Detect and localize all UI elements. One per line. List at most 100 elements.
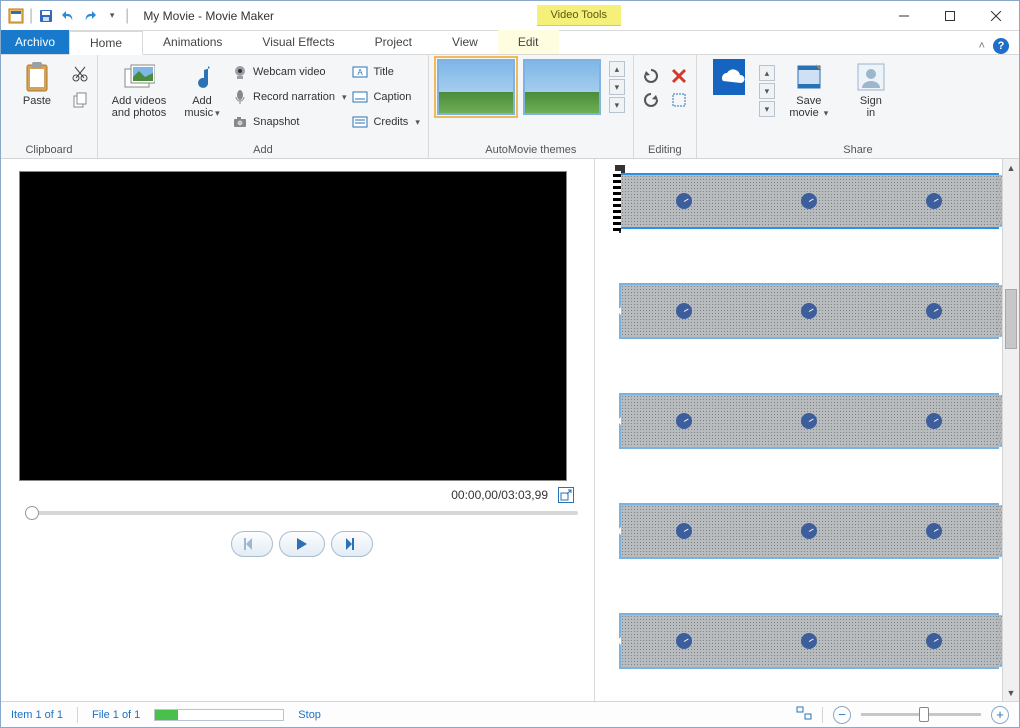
quick-access-toolbar: | ▾ | [1,7,135,25]
window-controls [881,1,1019,31]
status-file: File 1 of 1 [92,709,140,721]
play-button[interactable] [279,531,325,557]
cut-icon[interactable] [71,65,89,88]
titlebar: | ▾ | My Movie - Movie Maker Video Tools [1,1,1019,31]
maximize-button[interactable] [927,1,973,31]
scroll-up-icon[interactable]: ▲ [1003,159,1019,176]
ribbon-tabs: Archivo Home Animations Visual Effects P… [1,31,1019,55]
group-editing: Editing [634,55,697,158]
scroll-thumb[interactable] [1005,289,1017,349]
video-preview[interactable] [19,171,567,481]
seek-thumb[interactable] [25,506,39,520]
select-all-icon[interactable] [670,91,688,109]
theme-thumb-2[interactable] [523,59,601,115]
view-switch-icon[interactable] [796,706,812,723]
zoom-slider[interactable] [861,713,981,716]
group-add: Add videos and photos Add music▾ Webcam … [98,55,429,158]
clip-row[interactable] [619,393,999,449]
qat-dropdown-icon[interactable]: ▾ [103,7,121,25]
redo-icon[interactable] [81,7,99,25]
credits-button[interactable]: Credits▾ [352,111,419,133]
group-clipboard: Paste Clipboard [1,55,98,158]
record-narration-button[interactable]: Record narration▾ [232,86,346,108]
clip-row[interactable] [619,503,999,559]
share-up-button[interactable]: ▴ [759,65,775,81]
tab-view[interactable]: View [432,30,498,54]
stop-link[interactable]: Stop [298,709,321,721]
music-note-icon [186,61,218,93]
zoom-in-button[interactable]: + [991,706,1009,724]
ribbon: Paste Clipboard Add videos and photos Ad… [1,55,1019,159]
paste-button[interactable]: Paste [9,59,65,107]
clock-icon [926,523,942,539]
save-movie-label: Save movie [789,95,821,119]
tab-home[interactable]: Home [69,31,143,55]
zoom-thumb[interactable] [919,707,929,722]
save-icon[interactable] [37,7,55,25]
contextual-tab-label: Video Tools [537,5,621,26]
group-editing-label: Editing [642,142,688,156]
file-tab[interactable]: Archivo [1,30,69,54]
prev-frame-button[interactable] [231,531,273,557]
onedrive-button[interactable] [705,59,753,93]
delete-icon[interactable] [670,67,688,85]
collapse-ribbon-icon[interactable]: ˄ [979,40,985,52]
tab-visual-effects[interactable]: Visual Effects [242,30,354,54]
clock-icon [676,413,692,429]
save-movie-button[interactable]: Save movie ▾ [781,59,837,119]
clip-row[interactable] [619,283,999,339]
tab-animations[interactable]: Animations [143,30,242,54]
undo-icon[interactable] [59,7,77,25]
rotate-left-icon[interactable] [642,67,660,85]
close-button[interactable] [973,1,1019,31]
webcam-button[interactable]: Webcam video [232,61,346,83]
share-more-button[interactable]: ▾ [759,101,775,117]
paste-label: Paste [23,95,51,107]
timecode: 00:00,00/03:03,99 [451,488,548,502]
next-frame-button[interactable] [331,531,373,557]
microphone-icon [232,89,248,105]
fullscreen-icon[interactable] [558,487,574,503]
clip-row[interactable] [619,173,999,229]
clipboard-icon [21,61,53,93]
minimize-button[interactable] [881,1,927,31]
photos-icon [123,61,155,93]
rotate-right-icon[interactable] [642,91,660,109]
user-icon [855,61,887,93]
help-icon[interactable]: ? [993,38,1009,54]
title-button[interactable]: ATitle [352,61,419,83]
app-window: | ▾ | My Movie - Movie Maker Video Tools… [0,0,1020,728]
caption-button[interactable]: Caption [352,86,419,108]
clip-row[interactable] [619,613,999,669]
snapshot-button[interactable]: Snapshot [232,111,346,133]
scroll-down-icon[interactable]: ▼ [1003,684,1019,701]
chevron-down-icon: ▾ [415,117,420,128]
tab-project[interactable]: Project [355,30,432,54]
seek-bar[interactable] [19,507,584,515]
zoom-out-button[interactable]: − [833,706,851,724]
copy-icon[interactable] [71,91,89,114]
share-down-button[interactable]: ▾ [759,83,775,99]
chevron-down-icon: ▾ [824,108,829,118]
theme-thumb-1[interactable] [437,59,515,115]
clock-icon [801,523,817,539]
theme-down-button[interactable]: ▾ [609,79,625,95]
add-videos-label: Add videos and photos [112,95,166,119]
theme-more-button[interactable]: ▾ [609,97,625,113]
vertical-scrollbar[interactable]: ▲ ▼ [1002,159,1019,701]
group-clipboard-label: Clipboard [9,142,89,156]
clock-icon [676,633,692,649]
add-videos-button[interactable]: Add videos and photos [106,59,172,119]
add-music-button[interactable]: Add music▾ [178,59,226,119]
progress-bar [154,709,284,721]
tab-edit[interactable]: Edit [498,30,559,54]
camera-icon [232,114,248,130]
sign-in-button[interactable]: Sign in [843,59,899,119]
title-icon: A [352,64,368,80]
clock-icon [801,413,817,429]
theme-up-button[interactable]: ▴ [609,61,625,77]
clock-icon [926,303,942,319]
group-share-label: Share [705,142,1011,156]
clock-icon [801,633,817,649]
preview-pane: 00:00,00/03:03,99 [1,159,594,701]
